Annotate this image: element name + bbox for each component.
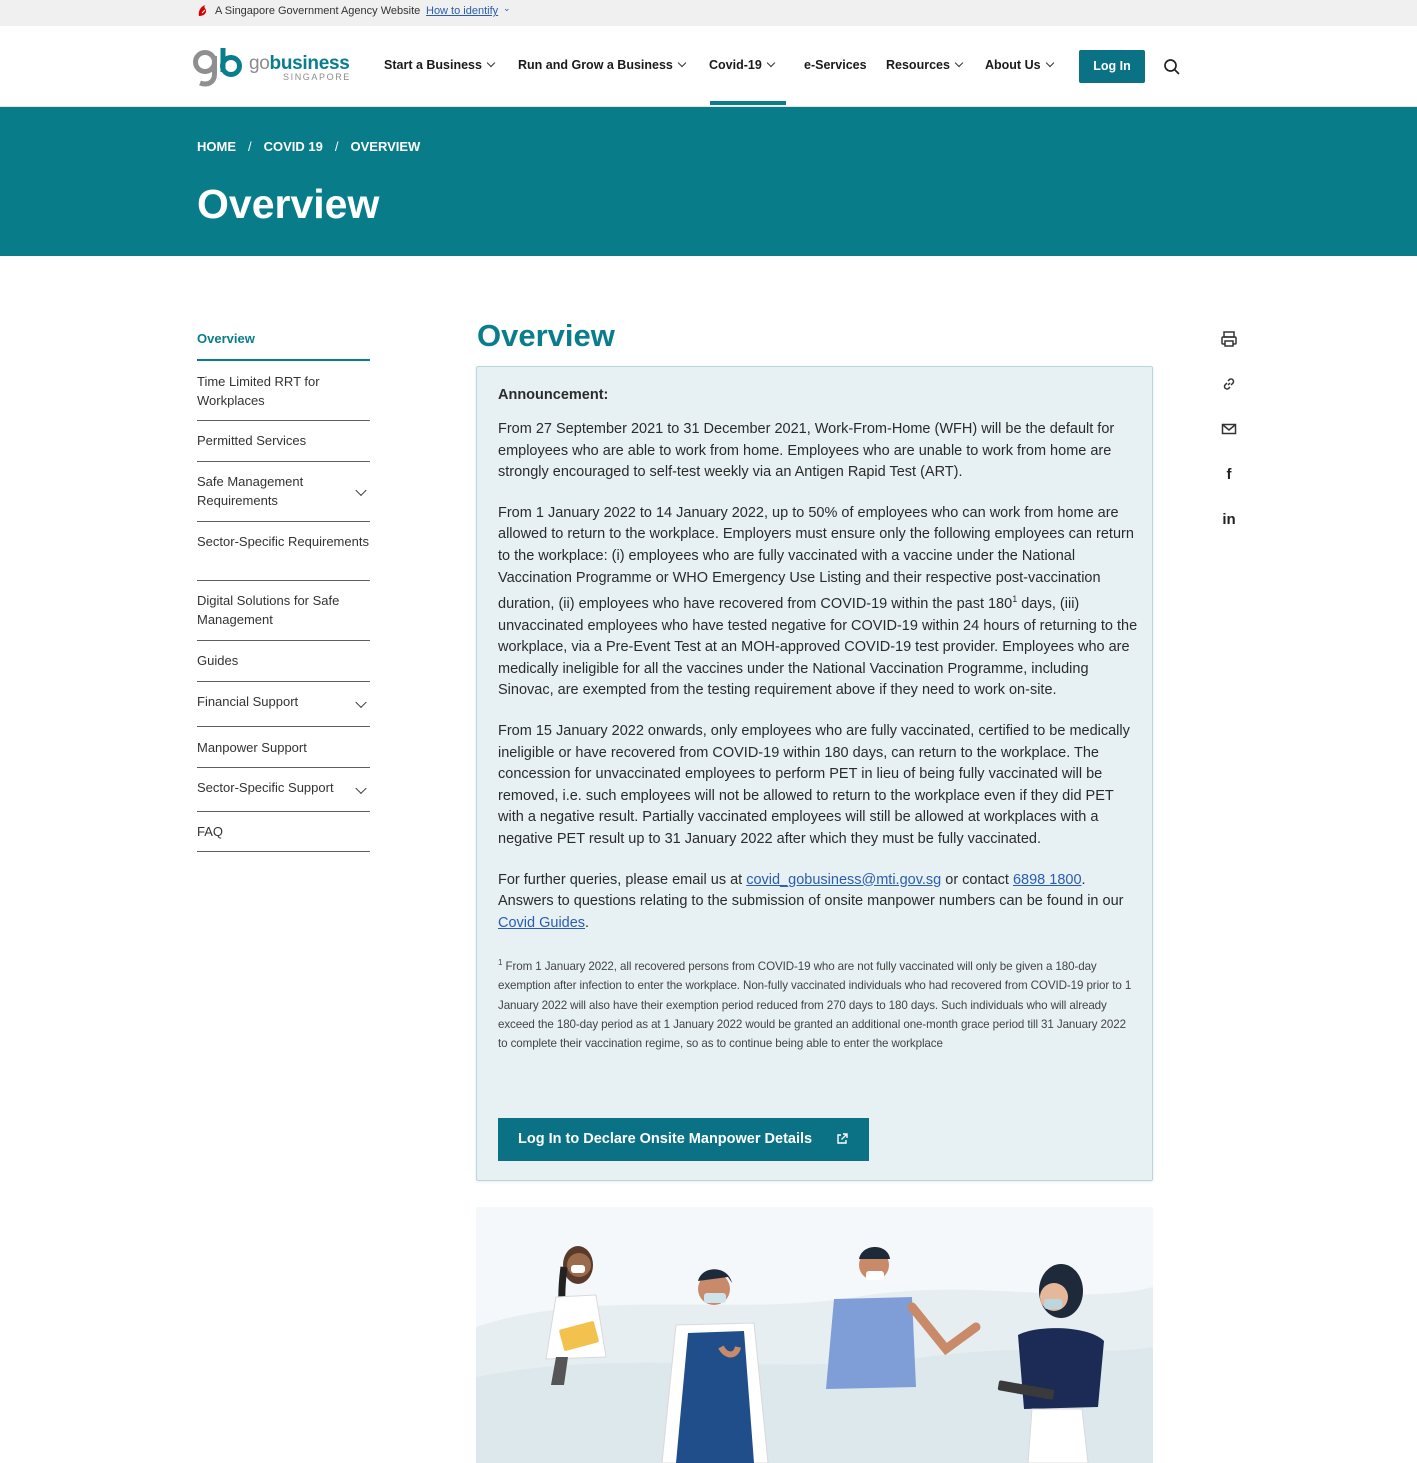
nav-run-and-grow[interactable]: Run and Grow a Business	[518, 58, 687, 72]
page-title: Overview	[197, 181, 380, 227]
link-icon[interactable]	[1220, 375, 1238, 393]
chevron-down-icon[interactable]	[355, 696, 367, 709]
gov-masthead: A Singapore Government Agency Website Ho…	[0, 0, 1417, 26]
chevron-down-icon	[677, 58, 687, 68]
page-hero: HOME / COVID 19/OVERVIEW Overview	[0, 107, 1417, 256]
external-link-icon	[837, 1133, 848, 1144]
facebook-icon[interactable]: f	[1220, 466, 1238, 484]
sidebar-item-guides[interactable]: Guides	[197, 641, 370, 682]
nav-start-a-business[interactable]: Start a Business	[384, 58, 496, 72]
nav-resources[interactable]: Resources	[886, 58, 964, 72]
nav-e-services[interactable]: e-Services	[804, 58, 867, 72]
nav-covid-19[interactable]: Covid-19	[709, 58, 776, 72]
logo-subtitle: SINGAPORE	[283, 72, 351, 82]
chevron-down-icon[interactable]: ⌄	[503, 3, 511, 14]
nav-about-us[interactable]: About Us	[985, 58, 1054, 72]
sidebar-item-sector-support[interactable]: Sector-Specific Support	[197, 768, 370, 812]
breadcrumb-current: OVERVIEW	[350, 139, 421, 154]
masthead-text: A Singapore Government Agency Website	[215, 5, 421, 17]
announcement-paragraph-1: From 27 September 2021 to 31 December 20…	[498, 421, 1115, 481]
breadcrumb: HOME / COVID 19/OVERVIEW	[197, 139, 421, 154]
announcement-heading: Announcement:	[498, 387, 609, 403]
sidebar-item-time-limited-rrt[interactable]: Time Limited RRT for Workplaces	[197, 361, 370, 421]
login-button[interactable]: Log In	[1079, 50, 1145, 83]
illustration-graphic	[476, 1246, 1153, 1463]
how-to-identify-link[interactable]: How to identify	[426, 5, 498, 17]
phone-link[interactable]: 6898 1800	[1013, 872, 1082, 888]
breadcrumb-home[interactable]: HOME	[197, 139, 236, 154]
workplace-illustration	[476, 1207, 1153, 1463]
chevron-down-icon	[1045, 58, 1054, 68]
sidebar-item-manpower-support[interactable]: Manpower Support	[197, 727, 370, 768]
sidebar-item-safe-management[interactable]: Safe Management Requirements	[197, 462, 370, 522]
chevron-down-icon	[766, 58, 776, 68]
man-in-apron	[661, 1269, 769, 1463]
nav-active-indicator	[710, 101, 786, 105]
search-icon[interactable]	[1163, 58, 1181, 76]
chevron-down-icon[interactable]	[355, 782, 367, 794]
chevron-down-icon	[954, 58, 964, 68]
announcement-paragraph-4: For further queries, please email us at …	[498, 871, 1124, 931]
chevron-down-icon[interactable]	[355, 484, 367, 496]
announcement-box: Announcement: From 27 September 2021 to …	[476, 366, 1153, 1181]
print-icon[interactable]	[1220, 330, 1238, 348]
linkedin-icon[interactable]: in	[1219, 511, 1239, 529]
announcement-paragraph-2: From 1 January 2022 to 14 January 2022, …	[498, 504, 1138, 699]
site-header: gobusiness SINGAPORE Start a Business Ru…	[0, 26, 1417, 107]
email-link[interactable]: covid_gobusiness@mti.gov.sg	[746, 872, 941, 888]
section-title: Overview	[477, 318, 615, 353]
sidebar-item-digital-solutions[interactable]: Digital Solutions for Safe Management	[197, 581, 370, 641]
announcement-paragraph-3: From 15 January 2022 onwards, only emplo…	[498, 722, 1130, 847]
sidebar-nav: Overview Time Limited RRT for Workplaces…	[197, 318, 370, 852]
breadcrumb-covid-19[interactable]: COVID 19	[264, 139, 323, 154]
covid-guides-link[interactable]: Covid Guides	[498, 915, 585, 931]
sidebar-item-permitted-services[interactable]: Permitted Services	[197, 421, 370, 462]
sidebar-item-faq[interactable]: FAQ	[197, 812, 370, 852]
sidebar-item-sector-requirements[interactable]: Sector-Specific Requirements	[197, 522, 370, 581]
mail-icon[interactable]	[1220, 420, 1238, 438]
chevron-down-icon	[486, 58, 496, 68]
lion-head-icon	[198, 5, 207, 16]
declare-manpower-button[interactable]: Log In to Declare Onsite Manpower Detail…	[498, 1118, 869, 1161]
sidebar-item-financial-support[interactable]: Financial Support	[197, 682, 370, 727]
sidebar-item-overview[interactable]: Overview	[197, 318, 370, 361]
footnote: 1 From 1 January 2022, all recovered per…	[498, 958, 1132, 1050]
